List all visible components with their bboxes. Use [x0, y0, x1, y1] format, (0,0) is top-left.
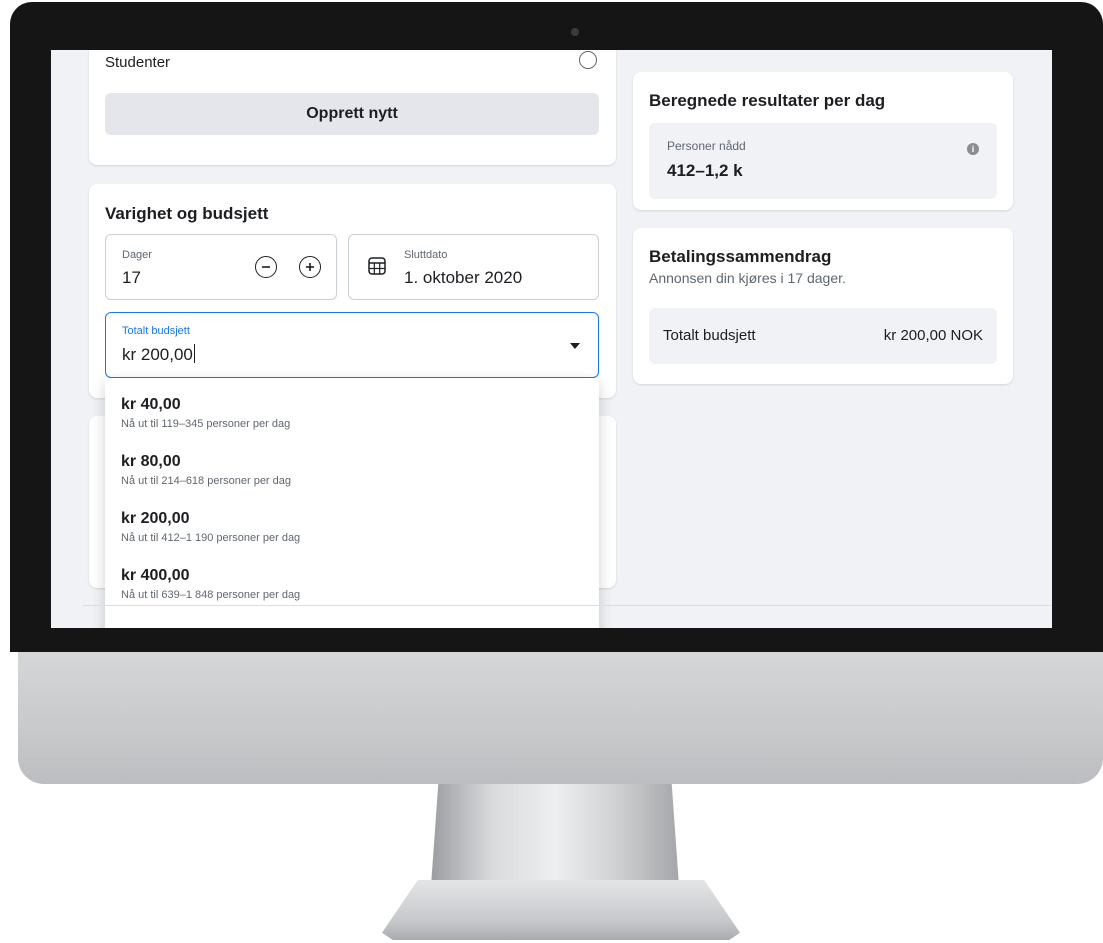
info-icon[interactable]: i — [967, 143, 979, 155]
budget-option-desc: Nå ut til 119–345 personer per dag — [121, 418, 291, 430]
metric-label: Personer nådd — [667, 139, 746, 153]
minus-circle-icon[interactable] — [255, 256, 277, 278]
days-field[interactable]: Dager 17 — [105, 234, 337, 300]
budget-dropdown-menu: kr 40,00 Nå ut til 119–345 personer per … — [105, 378, 599, 628]
estimated-results-card: Beregnede resultater per dag Personer nå… — [633, 72, 1013, 210]
audience-option-label: Studenter — [105, 54, 171, 71]
total-budget-select[interactable]: Totalt budsjett kr 200,00 — [105, 312, 599, 378]
total-budget-input[interactable]: kr 200,00 — [122, 344, 195, 365]
budget-option-desc: Nå ut til 214–618 personer per dag — [121, 475, 292, 487]
payment-summary-card: Betalingssammendrag Annonsen din kjøres … — [633, 228, 1013, 384]
dropdown-arrow-icon[interactable] — [570, 343, 580, 349]
camera-icon — [571, 28, 579, 36]
screen: Studenter Opprett nytt Varighet og budsj… — [51, 50, 1052, 628]
total-budget-value: kr 200,00 — [122, 345, 193, 364]
results-title: Beregnede resultater per dag — [649, 91, 886, 110]
end-date-field[interactable]: Sluttdato 1. oktober 2020 — [348, 234, 599, 300]
budget-option-price: kr 200,00 — [121, 510, 190, 527]
create-new-button[interactable]: Opprett nytt — [105, 93, 599, 135]
days-value[interactable]: 17 — [122, 268, 141, 288]
text-caret — [193, 344, 195, 363]
total-budget-row: Totalt budsjett kr 200,00 NOK — [649, 308, 997, 364]
days-label: Dager — [122, 249, 152, 261]
divider — [83, 605, 1052, 606]
budget-option[interactable]: kr 80,00 Nå ut til 214–618 personer per … — [121, 453, 581, 509]
budget-option[interactable]: kr 200,00 Nå ut til 412–1 190 personer p… — [121, 510, 581, 566]
people-reached-metric: Personer nådd 412–1,2 k i — [649, 123, 997, 199]
monitor-chin — [18, 652, 1103, 784]
total-budget-label: Totalt budsjett — [122, 325, 190, 337]
budget-option-desc: Nå ut til 639–1 848 personer per dag — [121, 589, 301, 601]
audience-radio[interactable] — [579, 51, 597, 69]
budget-option[interactable]: kr 400,00 Nå ut til 639–1 848 personer p… — [121, 567, 581, 623]
budget-option-price: kr 80,00 — [121, 453, 181, 470]
budget-option-desc: Nå ut til 412–1 190 personer per dag — [121, 532, 301, 544]
section-title: Varighet og budsjett — [105, 204, 269, 223]
end-date-value: 1. oktober 2020 — [404, 268, 523, 287]
duration-budget-card: Varighet og budsjett Dager 17 Sluttdato … — [89, 184, 616, 398]
payment-subtitle: Annonsen din kjøres i 17 dager. — [649, 270, 846, 286]
summary-value: kr 200,00 NOK — [883, 327, 983, 344]
calendar-icon — [367, 256, 387, 276]
plus-circle-icon[interactable] — [299, 256, 321, 278]
budget-option[interactable]: kr 40,00 Nå ut til 119–345 personer per … — [121, 396, 581, 452]
audience-card: Studenter Opprett nytt — [89, 50, 616, 165]
metric-value: 412–1,2 k — [667, 161, 743, 180]
budget-option-price: kr 400,00 — [121, 567, 190, 584]
summary-label: Totalt budsjett — [663, 327, 756, 344]
monitor-stand-base — [382, 880, 740, 940]
payment-title: Betalingssammendrag — [649, 247, 832, 266]
budget-option-price: kr 40,00 — [121, 396, 181, 413]
end-date-label: Sluttdato — [404, 249, 448, 261]
